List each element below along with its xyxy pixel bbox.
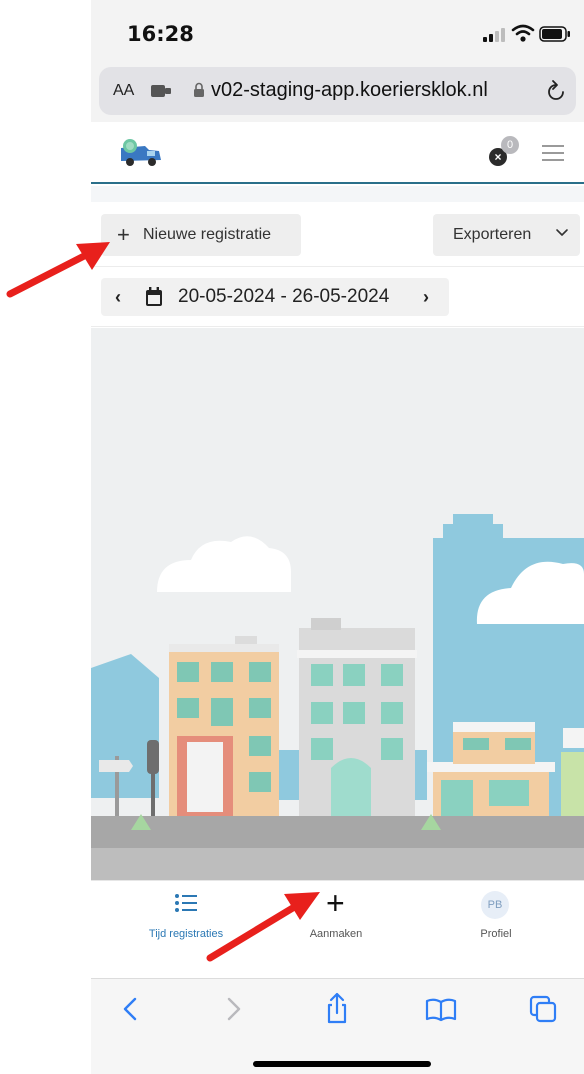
avatar: PB (481, 891, 509, 919)
list-icon (175, 894, 197, 912)
delivery-van-logo[interactable] (117, 138, 163, 168)
header-subbar (91, 186, 584, 202)
url-text[interactable]: v02-staging-app.koeriersklok.nl (211, 79, 488, 102)
share-icon[interactable] (317, 989, 357, 1029)
calendar-icon[interactable] (145, 287, 163, 307)
reload-icon[interactable] (545, 79, 567, 103)
date-range-navigator: ‹ 20-05-2024 - 26-05-2024 › (101, 278, 449, 316)
chevron-down-icon (556, 229, 568, 236)
cellular-signal-icon (483, 28, 505, 42)
annotation-arrow (6, 242, 110, 298)
new-registration-label: Nieuwe registratie (143, 226, 272, 243)
back-icon[interactable] (111, 989, 151, 1029)
home-indicator (253, 1061, 431, 1067)
new-registration-button[interactable]: + Nieuwe registratie (101, 214, 301, 256)
annotation-arrow (206, 892, 320, 962)
date-range-input[interactable]: 20-05-2024 - 26-05-2024 (178, 286, 410, 308)
export-dropdown-button[interactable]: Exporteren (433, 214, 580, 256)
export-label: Exporteren (453, 226, 532, 243)
divider (91, 266, 584, 267)
lock-icon (194, 82, 204, 97)
app-header: × 0 (91, 122, 584, 184)
phone-screen: 16:28 AA v02-staging-app.koeriersklok.nl… (91, 0, 584, 1074)
text-size-button[interactable]: AA (113, 82, 134, 100)
notification-bell[interactable]: × 0 (485, 134, 519, 170)
tab-profile[interactable]: PB Profiel (441, 881, 551, 979)
address-bar[interactable]: AA v02-staging-app.koeriersklok.nl (99, 67, 576, 115)
status-time: 16:28 (127, 22, 194, 46)
battery-icon (539, 26, 570, 42)
status-bar: 16:28 (91, 0, 584, 64)
city-skyline-illustration (91, 328, 584, 882)
forward-icon[interactable] (213, 989, 253, 1029)
browser-toolbar (91, 978, 584, 1074)
web-app: × 0 + Nieuwe registratie Exporteren ‹ 20… (91, 122, 584, 882)
app-tab-bar: Tijd registraties + Aanmaken PB Profiel (91, 880, 584, 978)
tabs-icon[interactable] (523, 989, 563, 1029)
divider (91, 326, 584, 327)
wifi-icon (511, 24, 535, 42)
notification-badge: 0 (501, 136, 519, 154)
bookmarks-icon[interactable] (421, 989, 461, 1029)
tab-label: Profiel (480, 928, 512, 940)
hamburger-menu-icon[interactable] (542, 145, 564, 161)
extension-icon[interactable] (151, 84, 173, 98)
next-week-icon[interactable]: › (423, 287, 429, 308)
